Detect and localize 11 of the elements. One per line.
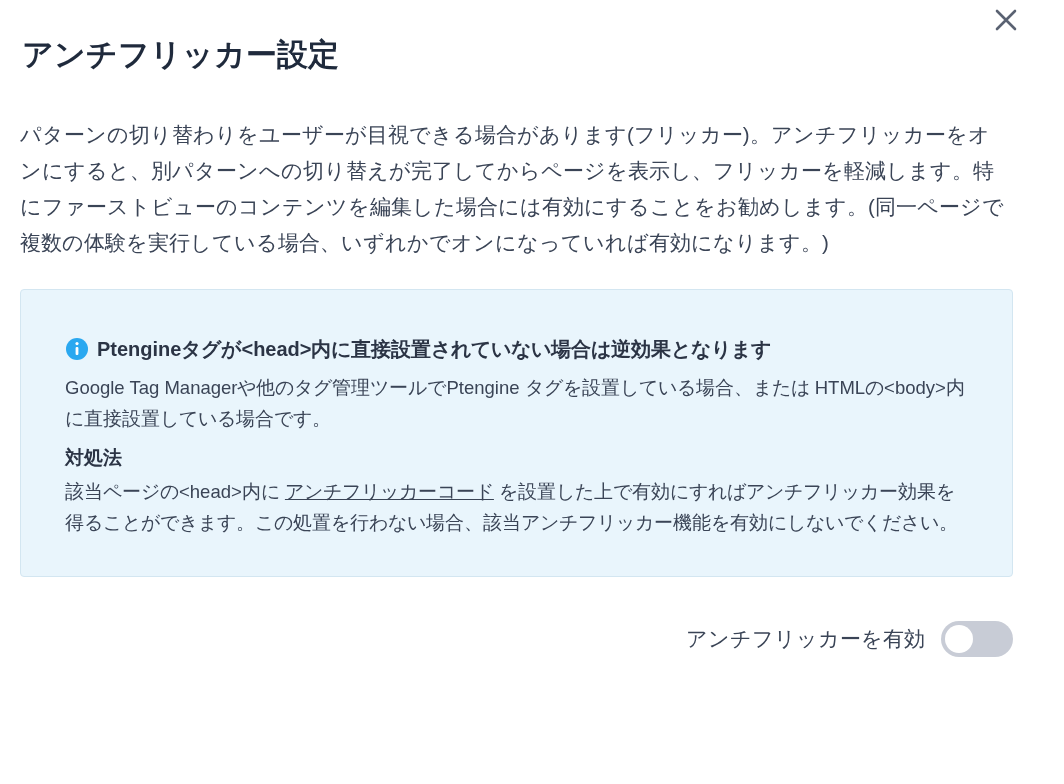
remedy-text: 該当ページの<head>内に アンチフリッカーコード を設置した上で有効にすればアンチフリッカー効果を得ることができます。この処置を行わない場合、該当アンチフリッカー機能を有効にしないでください。 [65,479,959,535]
notice-heading: Ptengineタグが<head>内に直接設置されていない場合は逆効果となります [97,337,772,363]
notice-text: Google Tag Managerや他のタグ管理ツールでPtengine タグを設置している場合、または HTMLの<body>内に直接設置している場合です。 [65,376,965,432]
toggle-switch[interactable] [941,620,1013,657]
close-icon[interactable] [994,8,1018,32]
dialog-title: アンチフリッカー設定 [22,36,339,74]
info-icon [65,337,89,362]
toggle-label: アンチフリッカーを有効 [686,625,925,652]
code-link[interactable]: アンチフリッカーコード [284,480,494,502]
notice-subheading: 対処法 [65,446,122,471]
description-text: パターンの切り替わりをユーザーが目視できる場合があります(フリッカー)。アンチフリッカーをオンにすると、別パターンへの切り替えが完了してからページを表示し、フリッカーを軽減します。特にファーストビューのコンテンツを編集した場合には有効にすることをお勧めします。(同一ページで複数の体験を実行している場合、いずれかでオンになっていれば有効になります。) [20,122,1005,257]
